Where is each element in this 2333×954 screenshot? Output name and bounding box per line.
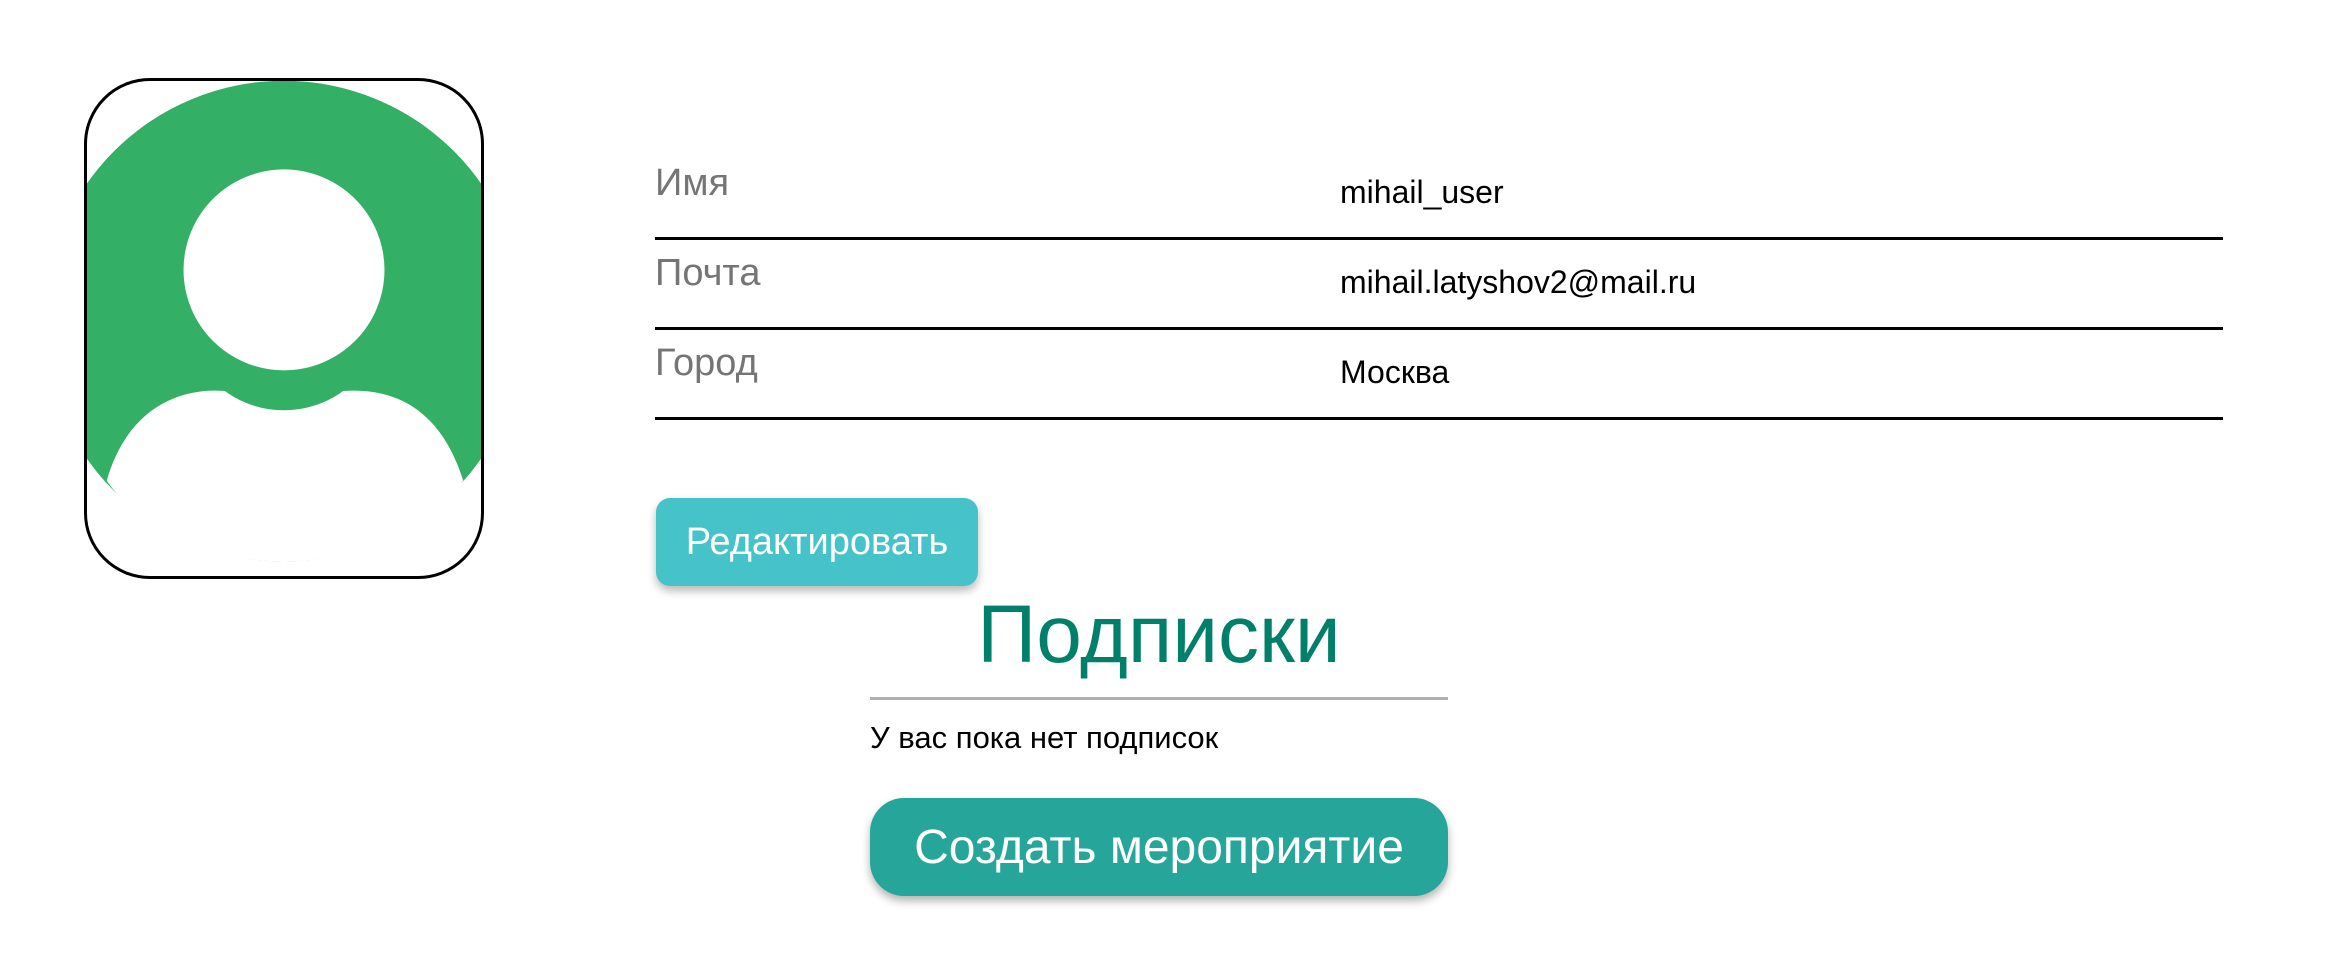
subscriptions-empty-text: У вас пока нет подписок — [870, 720, 1219, 755]
field-city-row: Город Москва — [655, 330, 2223, 420]
avatar — [84, 78, 484, 579]
field-email-value: mihail.latyshov2@mail.ru — [1340, 264, 1697, 300]
edit-profile-button[interactable]: Редактировать — [656, 498, 978, 586]
field-city-value: Москва — [1340, 354, 1450, 390]
user-avatar-icon — [87, 81, 481, 562]
field-city-label: Город — [655, 342, 758, 384]
subscriptions-section: Подписки У вас пока нет подписок Создать… — [870, 585, 1448, 896]
subscriptions-divider — [870, 697, 1448, 700]
field-email-row: Почта mihail.latyshov2@mail.ru — [655, 240, 2223, 330]
field-name-row: Имя mihail_user — [655, 150, 2223, 240]
create-event-button[interactable]: Создать мероприятие — [870, 798, 1448, 896]
subscriptions-title: Подписки — [977, 589, 1341, 680]
profile-page: Имя mihail_user Почта mihail.latyshov2@m… — [0, 0, 2333, 954]
profile-info: Имя mihail_user Почта mihail.latyshov2@m… — [655, 150, 2223, 420]
field-name-value: mihail_user — [1340, 174, 1504, 210]
field-email-label: Почта — [655, 252, 761, 294]
field-name-label: Имя — [655, 162, 730, 204]
